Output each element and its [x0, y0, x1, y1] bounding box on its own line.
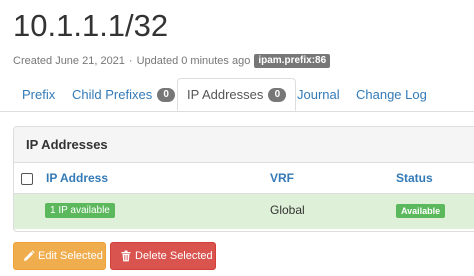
vrf-cell: Global	[270, 203, 305, 217]
column-status[interactable]: Status	[396, 163, 433, 194]
delete-selected-button[interactable]: Delete Selected	[110, 242, 216, 270]
updated-time: Updated 0 minutes ago	[136, 55, 251, 67]
tab-prefix[interactable]: Prefix	[22, 78, 55, 111]
available-ip-link[interactable]: 1 IP available	[45, 203, 115, 218]
ip-addresses-panel: IP Addresses IP Address VRF Status 1 IP …	[13, 126, 474, 232]
tab-journal[interactable]: Journal	[297, 78, 340, 111]
count-badge: 0	[268, 87, 287, 102]
object-metadata: Created June 21, 2021 · Updated 0 minute…	[13, 53, 331, 69]
column-ip-address[interactable]: IP Address	[46, 163, 108, 194]
object-id-badge: ipam.prefix:86	[254, 54, 331, 68]
tab-label: Journal	[297, 86, 340, 102]
tab-bar: Prefix Child Prefixes 0 IP Addresses 0 J…	[0, 78, 474, 112]
page-title: 10.1.1.1/32	[13, 8, 169, 43]
tab-change-log[interactable]: Change Log	[356, 78, 427, 111]
meta-separator: ·	[128, 55, 133, 67]
tab-label: Child Prefixes	[72, 86, 153, 102]
edit-selected-button[interactable]: Edit Selected	[13, 242, 106, 270]
tab-ip-addresses[interactable]: IP Addresses 0	[177, 78, 297, 111]
tab-label: Prefix	[22, 86, 56, 102]
count-badge: 0	[157, 87, 176, 102]
tab-label: Change Log	[356, 86, 427, 102]
trash-icon	[120, 250, 132, 262]
table-row: 1 IP available Global Available	[14, 194, 474, 229]
table-header: IP Address VRF Status	[14, 163, 474, 194]
column-vrf[interactable]: VRF	[270, 163, 294, 194]
pencil-icon	[23, 250, 35, 262]
status-badge: Available	[396, 204, 446, 218]
edit-selected-label: Edit Selected	[38, 250, 103, 262]
select-all-checkbox[interactable]	[21, 173, 33, 185]
panel-heading: IP Addresses	[14, 127, 474, 163]
delete-selected-label: Delete Selected	[135, 250, 213, 262]
tab-child-prefixes[interactable]: Child Prefixes 0	[72, 78, 176, 111]
created-date: Created June 21, 2021	[13, 55, 125, 67]
tab-label: IP Addresses	[187, 86, 264, 102]
page: 10.1.1.1/32 Created June 21, 2021 · Upda…	[0, 0, 474, 276]
